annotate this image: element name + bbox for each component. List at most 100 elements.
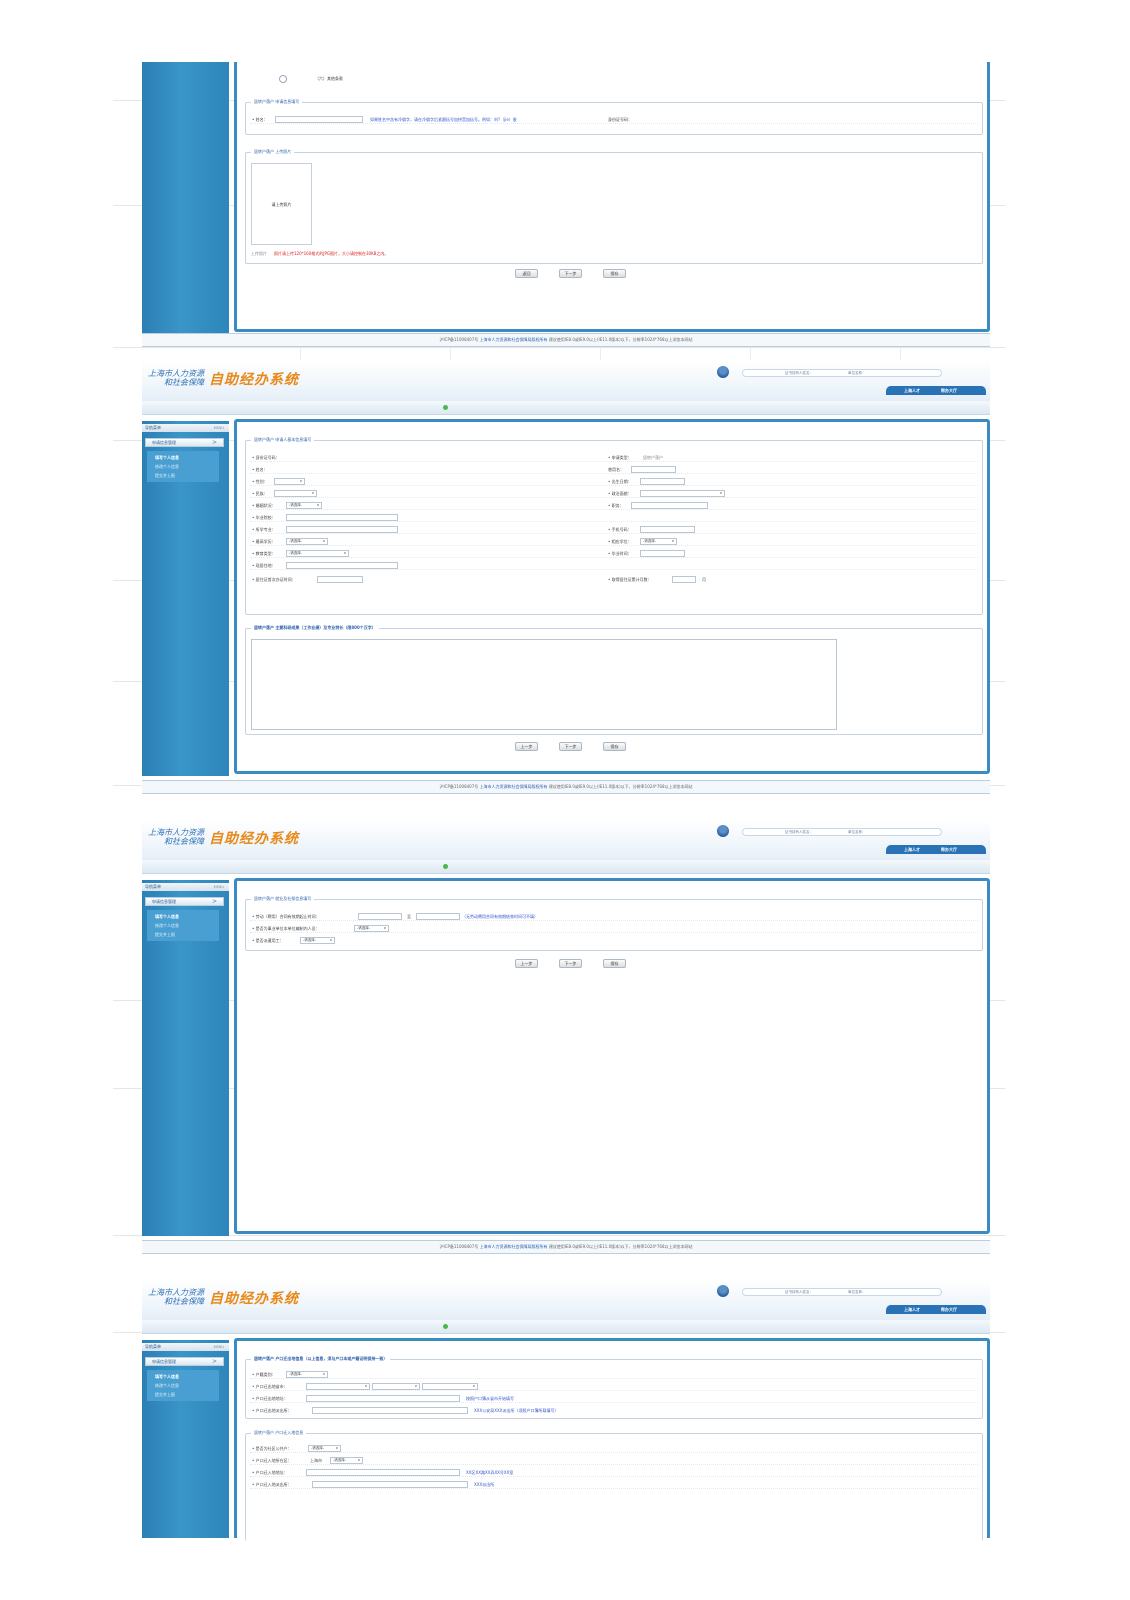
nav-item-submit[interactable]: 提交并上报 bbox=[155, 930, 219, 939]
footer-owner[interactable]: 上海市人力资源和社会保障局版权所有 bbox=[480, 784, 548, 789]
section-legend: 居转户落户 主要科研成果（工作业绩）及专业特长（限800个汉字） bbox=[251, 625, 379, 631]
nav-item-fill[interactable]: 填写个人信息 bbox=[155, 912, 219, 921]
nav-item-fill[interactable]: 填写个人信息 bbox=[155, 1372, 219, 1381]
title-input[interactable] bbox=[631, 502, 708, 509]
edu-type-label: • 教育类型： bbox=[252, 551, 276, 556]
chevron-right-icon: > bbox=[211, 1358, 217, 1365]
footer-owner[interactable]: 上海市人力资源和社会保障局版权所有 bbox=[480, 337, 548, 342]
next-button[interactable]: 下一步 bbox=[559, 959, 582, 968]
sidebar: 导航菜单 MENU 申请信息管理 > 填写个人信息 修改个人信息 提交并上报 bbox=[142, 880, 229, 1236]
resume-textarea[interactable] bbox=[251, 639, 837, 730]
nav-item-submit[interactable]: 提交并上报 bbox=[155, 471, 219, 480]
tab-help-hall[interactable]: 帮办大厅 bbox=[941, 386, 957, 395]
back-button[interactable]: 返回 bbox=[515, 269, 538, 278]
community-select[interactable]: -请选择- bbox=[308, 1445, 341, 1452]
row-name: • 姓名： 曾用名： bbox=[250, 465, 978, 474]
sidebar: 导航菜单 MENU 申请信息管理 > 填写个人信息 修改个人信息 提交并上报 bbox=[142, 1340, 229, 1538]
nav-title-text: 导航菜单 bbox=[145, 425, 161, 430]
former-name-input[interactable] bbox=[631, 466, 676, 473]
degree-select[interactable]: -请选择- bbox=[640, 538, 677, 545]
birth-input[interactable] bbox=[640, 478, 685, 485]
tab-talent[interactable]: 上海人才 bbox=[904, 845, 920, 854]
staff-select[interactable]: -请选择- bbox=[354, 925, 389, 932]
prev-button[interactable]: 上一步 bbox=[515, 959, 538, 968]
next-button[interactable]: 下一步 bbox=[559, 269, 582, 278]
birth-label: • 出生日期： bbox=[608, 479, 632, 484]
sub-bar bbox=[142, 860, 990, 874]
hukou-type-label: • 户籍类别： bbox=[252, 1372, 276, 1377]
permit-first-input[interactable] bbox=[317, 576, 363, 583]
save-button[interactable]: 保存 bbox=[603, 269, 626, 278]
in-addr-input[interactable] bbox=[306, 1469, 460, 1476]
nav-group[interactable]: 申请信息管理 > bbox=[145, 897, 224, 906]
gender-select[interactable] bbox=[274, 478, 305, 485]
out-city-select[interactable] bbox=[372, 1383, 420, 1390]
tab-help-hall[interactable]: 帮办大厅 bbox=[941, 845, 957, 854]
phone-input[interactable] bbox=[640, 526, 695, 533]
edu-type-select[interactable]: -请选择- bbox=[286, 550, 349, 557]
contract-to: 至 bbox=[407, 914, 411, 919]
permit-months-label: • 取得居住证累计月数： bbox=[608, 577, 652, 582]
row-permit: • 居住证首次办证时间： • 取得居住证累计月数： 月 bbox=[250, 575, 978, 584]
nav-group[interactable]: 申请信息管理 > bbox=[145, 1357, 224, 1366]
ethnic-label: • 民族： bbox=[252, 491, 268, 496]
prev-button[interactable]: 上一步 bbox=[515, 742, 538, 751]
contract-start-input[interactable] bbox=[358, 913, 402, 920]
school-input[interactable] bbox=[286, 514, 398, 521]
tab-talent[interactable]: 上海人才 bbox=[904, 1305, 920, 1314]
out-district-select[interactable] bbox=[422, 1383, 478, 1390]
major-input[interactable] bbox=[286, 526, 398, 533]
save-button[interactable]: 保存 bbox=[603, 742, 626, 751]
next-button[interactable]: 下一步 bbox=[559, 742, 582, 751]
employment-fieldset: 居转户落户 就业及社保信息填写 • 劳动（聘用）合同有效期起止时间： 至 （无劳… bbox=[245, 896, 983, 951]
main-content: 居转户落户 申请人基本信息填写 • 身份证号码： • 申请类型： 居转户落户 •… bbox=[234, 419, 990, 774]
screen-1: （六）其他条款 居转户落户 申请信息填写 • 姓名： 如果姓名中含有冷僻字，请在… bbox=[142, 62, 990, 347]
in-district-select[interactable]: -请选择- bbox=[330, 1457, 363, 1464]
save-button[interactable]: 保存 bbox=[603, 959, 626, 968]
screen-2: 上海市人力资源 和社会保障 自助经办系统 证书持有人姓名： 单位名称： 上海人才 帮… bbox=[142, 361, 990, 806]
in-district-city: 上海市 bbox=[310, 1458, 322, 1463]
photo-upload-box[interactable]: 请上传照片 bbox=[251, 163, 312, 245]
footer: 沪ICP备11008407号 上海市人力资源和社会保障局版权所有 建议使用IE8… bbox=[142, 780, 990, 794]
residence-label: • 现居住地： bbox=[252, 563, 276, 568]
contract-end-input[interactable] bbox=[416, 913, 460, 920]
grad-time-input[interactable] bbox=[640, 550, 685, 557]
radio-option[interactable] bbox=[279, 75, 287, 83]
main-content: 居转户落户 就业及社保信息填写 • 劳动（聘用）合同有效期起止时间： 至 （无劳… bbox=[234, 878, 990, 1234]
ethnic-select[interactable] bbox=[274, 490, 317, 497]
nav-item-edit[interactable]: 修改个人信息 bbox=[155, 1381, 219, 1390]
footer-owner[interactable]: 上海市人力资源和社会保障局版权所有 bbox=[480, 1244, 548, 1249]
nav-group[interactable]: 申请信息管理 > bbox=[145, 438, 224, 447]
name-input[interactable] bbox=[275, 116, 363, 123]
out-addr-label: • 户口迁出地地址： bbox=[252, 1396, 288, 1401]
edu-select[interactable]: -请选择- bbox=[286, 538, 328, 545]
residence-input[interactable] bbox=[286, 562, 398, 569]
basic-info-fieldset: 居转户落户 申请人基本信息填写 • 身份证号码： • 申请类型： 居转户落户 •… bbox=[245, 437, 983, 615]
footer-browser-note: 建议使用IE8.0或IE9.0以上(IE11.0版本)以下，分辨率1024*76… bbox=[548, 337, 693, 342]
nav-item-fill[interactable]: 填写个人信息 bbox=[155, 453, 219, 462]
in-police-input[interactable] bbox=[312, 1481, 468, 1488]
section-legend: 居转户落户 就业及社保信息填写 bbox=[251, 896, 315, 902]
nav-item-edit[interactable]: 修改个人信息 bbox=[155, 921, 219, 930]
major-label: • 所学专业： bbox=[252, 527, 276, 532]
logo-title: 自助经办系统 bbox=[209, 831, 299, 847]
logo-line2: 和社会保障 bbox=[164, 1297, 204, 1306]
nav-item-submit[interactable]: 提交并上报 bbox=[155, 1390, 219, 1399]
dispatch-select[interactable]: -请选择- bbox=[300, 937, 335, 944]
row-id: • 身份证号码： • 申请类型： 居转户落户 bbox=[250, 453, 978, 462]
out-addr-input[interactable] bbox=[306, 1395, 460, 1402]
permit-months-input[interactable] bbox=[672, 576, 696, 583]
login-bar: 证书持有人姓名： 单位名称： bbox=[742, 369, 942, 377]
nav-item-edit[interactable]: 修改个人信息 bbox=[155, 462, 219, 471]
nav-title: 导航菜单 MENU bbox=[142, 424, 229, 432]
tab-help-hall[interactable]: 帮办大厅 bbox=[941, 1305, 957, 1314]
tab-talent[interactable]: 上海人才 bbox=[904, 386, 920, 395]
political-select[interactable] bbox=[640, 490, 725, 497]
in-addr-label: • 户口迁入地地址： bbox=[252, 1470, 288, 1475]
marital-select[interactable]: -请选择- bbox=[286, 502, 322, 509]
hukou-type-select[interactable]: -请选择- bbox=[286, 1371, 328, 1378]
row-residence: • 现居住地： bbox=[250, 561, 978, 570]
out-province-select[interactable] bbox=[306, 1383, 370, 1390]
main-content: （六）其他条款 居转户落户 申请信息填写 • 姓名： 如果姓名中含有冷僻字，请在… bbox=[234, 62, 990, 332]
out-police-input[interactable] bbox=[312, 1407, 468, 1414]
